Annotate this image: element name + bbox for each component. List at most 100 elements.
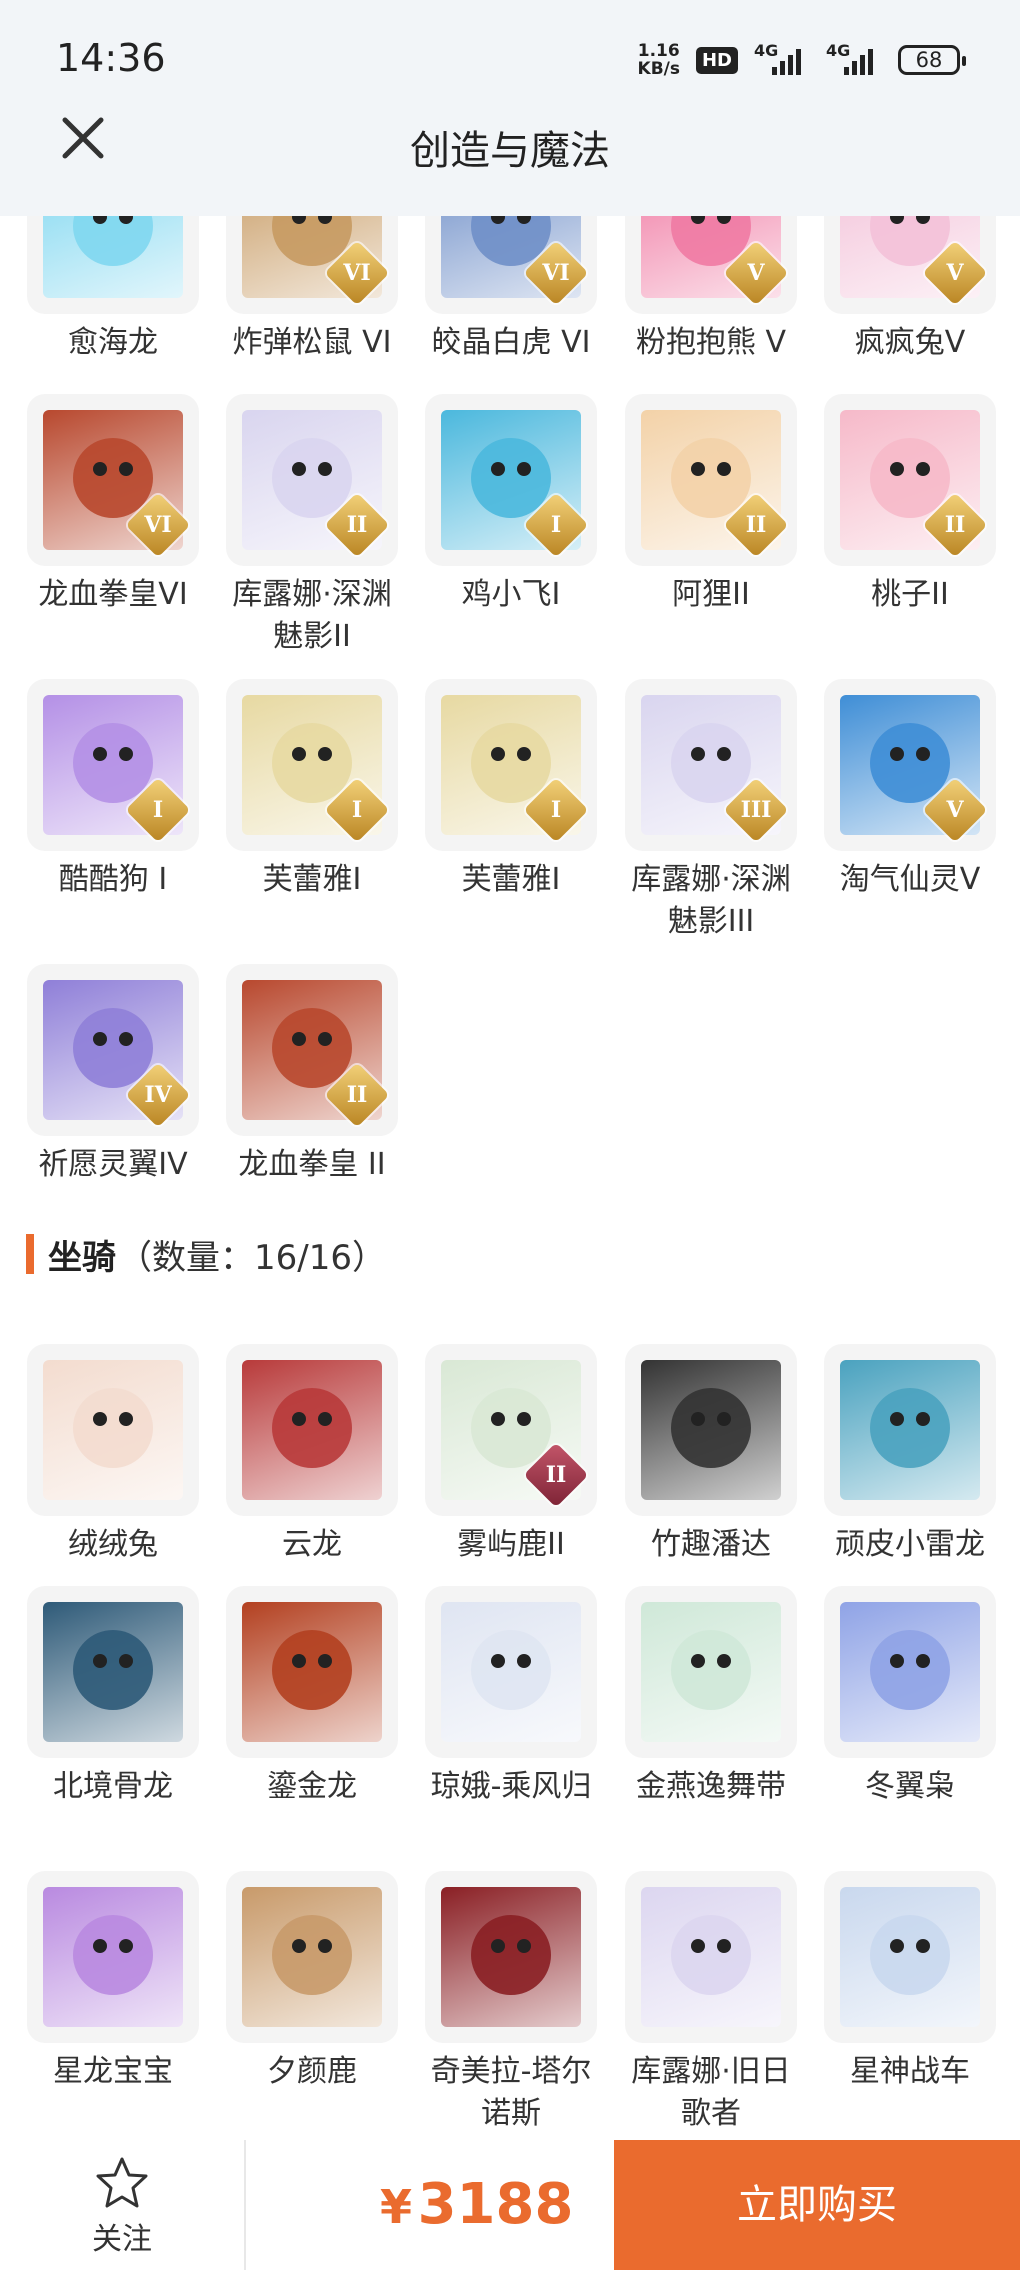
pet-name: 鸡小飞I [461,577,561,612]
pet-item[interactable]: IV 祈愿灵翼IV [27,964,199,1186]
mount-image [242,1360,382,1500]
mount-item[interactable]: 库露娜·旧日歌者 [625,1871,797,2135]
mount-image [840,1360,980,1500]
mount-image [641,1887,781,2027]
mount-item[interactable]: 夕颜鹿 [226,1871,398,2093]
pet-thumbnail: VI [226,216,398,314]
mount-item[interactable]: 琼娥-乘风归 [425,1586,597,1808]
pet-item[interactable]: 愈海龙 [27,216,199,364]
mount-name: 库露娜·旧日歌者 [631,2054,791,2131]
pet-name: 粉抱抱熊 V [635,325,787,360]
mount-thumbnail [425,1871,597,2043]
mount-item[interactable]: 竹趣潘达 [625,1344,797,1566]
pet-name: 阿狸II [672,577,750,612]
pet-thumbnail: V [824,679,996,851]
pet-item[interactable]: I 芙蕾雅I [226,679,398,901]
mount-name: 冬翼枭 [865,1769,955,1804]
mount-item[interactable]: 云龙 [226,1344,398,1566]
pet-name: 库露娜·深渊魅影II [232,577,392,654]
tier-badge: VI [125,492,191,558]
mount-image [840,1602,980,1742]
tier-badge: II [723,492,789,558]
pet-item[interactable]: III 库露娜·深渊魅影III [625,679,797,943]
pet-item[interactable]: VI 皎晶白虎 VI [425,216,597,364]
tier-badge: I [523,777,589,843]
pet-thumbnail: II [226,964,398,1136]
pet-name: 祈愿灵翼IV [38,1147,188,1182]
section-accent-bar [26,1234,34,1274]
pet-thumbnail: I [226,679,398,851]
pet-item[interactable]: I 酷酷狗 I [27,679,199,901]
mount-image [43,1602,183,1742]
price-value: 3188 [417,2172,574,2237]
pet-item[interactable]: V 疯疯兔V [824,216,996,364]
mount-thumbnail: II [425,1344,597,1516]
follow-button[interactable]: 关注 [0,2140,244,2270]
mount-item[interactable]: 北境骨龙 [27,1586,199,1808]
pet-item[interactable]: VI 炸弹松鼠 VI [226,216,398,364]
tier-badge: V [922,777,988,843]
mount-item[interactable]: 顽皮小雷龙 [824,1344,996,1566]
pet-thumbnail: IV [27,964,199,1136]
mount-item[interactable]: 鎏金龙 [226,1586,398,1808]
mount-thumbnail [226,1344,398,1516]
pet-thumbnail: I [27,679,199,851]
signal-icon-2: 4G [826,41,882,75]
pet-item[interactable]: II 库露娜·深渊魅影II [226,394,398,658]
tier-badge: IV [125,1062,191,1128]
tier-badge: VI [523,240,589,306]
pet-thumbnail [27,216,199,314]
mount-thumbnail [27,1586,199,1758]
pet-thumbnail: VI [27,394,199,566]
tier-badge: I [324,777,390,843]
pet-item[interactable]: II 桃子II [824,394,996,616]
battery-icon: 68 [898,45,966,75]
mount-item[interactable]: 奇美拉-塔尔诺斯 [425,1871,597,2135]
mount-item[interactable]: 冬翼枭 [824,1586,996,1808]
mount-item[interactable]: 星神战车 [824,1871,996,2093]
pet-name: 龙血拳皇VI [38,577,188,612]
pet-item[interactable]: V 淘气仙灵V [824,679,996,901]
pet-item[interactable]: II 阿狸II [625,394,797,616]
mount-item[interactable]: 星龙宝宝 [27,1871,199,2093]
mount-name: 竹趣潘达 [651,1527,771,1562]
pet-thumbnail: III [625,679,797,851]
pet-item[interactable]: V 粉抱抱熊 V [625,216,797,364]
pet-item[interactable]: I 芙蕾雅I [425,679,597,901]
follow-label: 关注 [92,2222,152,2257]
mount-item[interactable]: 绒绒兔 [27,1344,199,1566]
tier-badge: II [922,492,988,558]
mount-item[interactable]: II 雾屿鹿II [425,1344,597,1566]
mount-image [641,1360,781,1500]
mount-thumbnail [625,1586,797,1758]
mount-name: 北境骨龙 [53,1769,173,1804]
mount-thumbnail [226,1586,398,1758]
mount-image [43,1887,183,2027]
buy-now-button[interactable]: 立即购买 [614,2140,1020,2270]
mount-name: 顽皮小雷龙 [835,1527,985,1562]
pet-item[interactable]: I 鸡小飞I [425,394,597,616]
pet-item[interactable]: VI 龙血拳皇VI [27,394,199,616]
currency-symbol: ¥ [380,2180,413,2234]
tier-badge: II [523,1442,589,1508]
content-scroll[interactable]: 愈海龙 VI 炸弹松鼠 VI VI 皎晶白虎 VI V 粉抱抱熊 V V 疯疯兔V VI 龙血拳皇V… [0,216,1020,2140]
mount-item[interactable]: 金燕逸舞带 [625,1586,797,1808]
pet-item[interactable]: II 龙血拳皇 II [226,964,398,1186]
mount-thumbnail [27,1871,199,2043]
mount-name: 星神战车 [850,2054,970,2089]
section-count: （数量：16/16） [118,1237,386,1278]
mount-image [441,1887,581,2027]
tier-badge: III [723,777,789,843]
mount-thumbnail [27,1344,199,1516]
mount-image [441,1602,581,1742]
pet-thumbnail: II [824,394,996,566]
network-speed: 1.16 KB/s [637,41,680,79]
mount-thumbnail [425,1586,597,1758]
pet-name: 淘气仙灵V [839,862,981,897]
mount-image [242,1602,382,1742]
hd-icon: HD [695,46,738,74]
tier-badge: I [523,492,589,558]
tier-badge: VI [324,240,390,306]
signal-icon: 4G [754,41,810,75]
star-icon [96,2157,148,2208]
